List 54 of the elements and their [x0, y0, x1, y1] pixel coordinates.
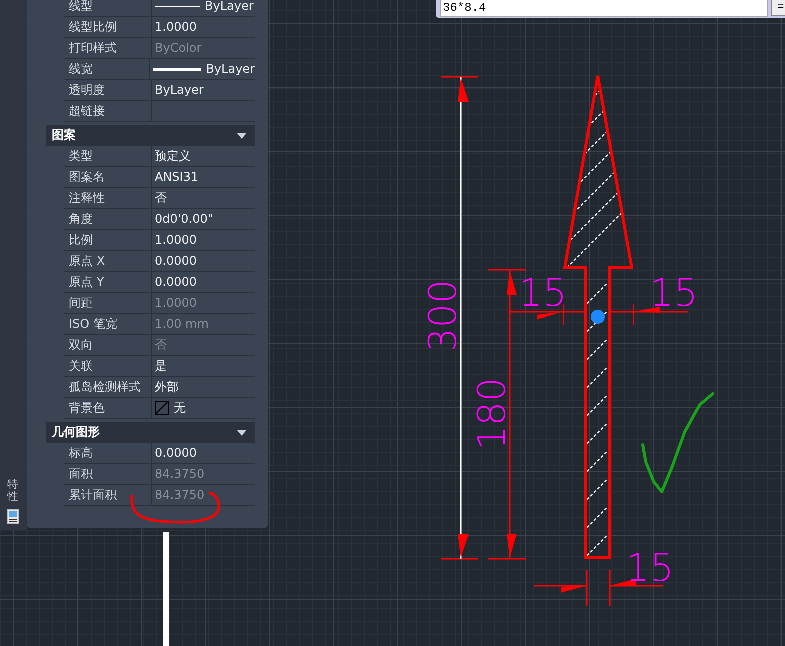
dimension-text: 15 [626, 546, 674, 590]
checkmark-icon [642, 392, 714, 494]
property-value[interactable]: 0.0000 [152, 272, 255, 292]
property-value[interactable]: 是 [152, 356, 255, 376]
property-value[interactable]: ANSI31 [152, 167, 255, 187]
property-label: 超链接 [64, 101, 152, 121]
property-label: 原点 X [64, 251, 152, 271]
property-label: 线型 [64, 0, 152, 16]
properties-icon[interactable] [7, 509, 19, 524]
lineweight-sample-icon [153, 68, 202, 70]
dimension-text: 180 [470, 378, 514, 450]
section-header[interactable]: 图案 [46, 125, 255, 146]
section-header[interactable]: 几何图形 [46, 422, 255, 443]
property-label: 孤岛检测样式 [64, 377, 152, 397]
property-label: 注释性 [64, 188, 152, 208]
property-value[interactable]: ByLayer [152, 80, 255, 100]
dimension-text: 15 [650, 271, 698, 315]
dimension-text: 15 [518, 271, 568, 315]
property-label: 图案名 [64, 167, 152, 187]
property-value[interactable]: 1.0000 [152, 230, 255, 250]
dimension-text: 300 [421, 280, 465, 352]
property-label: 线宽 [64, 59, 150, 79]
property-label: 打印样式 [64, 38, 152, 58]
property-value[interactable]: 0d0'0.00" [152, 209, 255, 229]
property-label: 关联 [64, 356, 152, 376]
input-field[interactable]: 36*8.4 [440, 0, 768, 17]
property-label: 双向 [64, 335, 152, 355]
grip-point-icon[interactable] [591, 310, 605, 324]
property-value[interactable]: 1.0000 [152, 17, 255, 37]
property-label: 类型 [64, 146, 152, 166]
property-value[interactable]: 无 [152, 398, 255, 418]
property-label: 间距 [64, 293, 152, 313]
property-label: 背景色 [64, 398, 152, 418]
property-label: 面积 [64, 464, 152, 484]
no-color-swatch-icon [155, 401, 169, 415]
property-label: 累计面积 [64, 485, 152, 505]
property-label: 线型比例 [64, 17, 152, 37]
property-value[interactable]: ByLayer [152, 0, 255, 16]
property-value[interactable]: 0.0000 [152, 251, 255, 271]
property-value[interactable]: 0.0000 [152, 443, 255, 463]
palette-tab-label[interactable]: 特性 [8, 478, 18, 503]
collapse-triangle-icon[interactable] [237, 430, 247, 436]
equals-button[interactable]: = [771, 0, 785, 16]
property-label: 原点 Y [64, 272, 152, 292]
property-label: 角度 [64, 209, 152, 229]
property-value[interactable]: 外部 [152, 377, 255, 397]
property-label: 透明度 [64, 80, 152, 100]
property-value[interactable]: ByLayer [150, 59, 255, 79]
property-label: 比例 [64, 230, 152, 250]
property-label: 标高 [64, 443, 152, 463]
property-label: ISO 笔宽 [64, 314, 152, 334]
collapse-triangle-icon[interactable] [237, 132, 247, 138]
property-value[interactable]: 预定义 [152, 146, 255, 166]
property-value[interactable]: 否 [152, 188, 255, 208]
